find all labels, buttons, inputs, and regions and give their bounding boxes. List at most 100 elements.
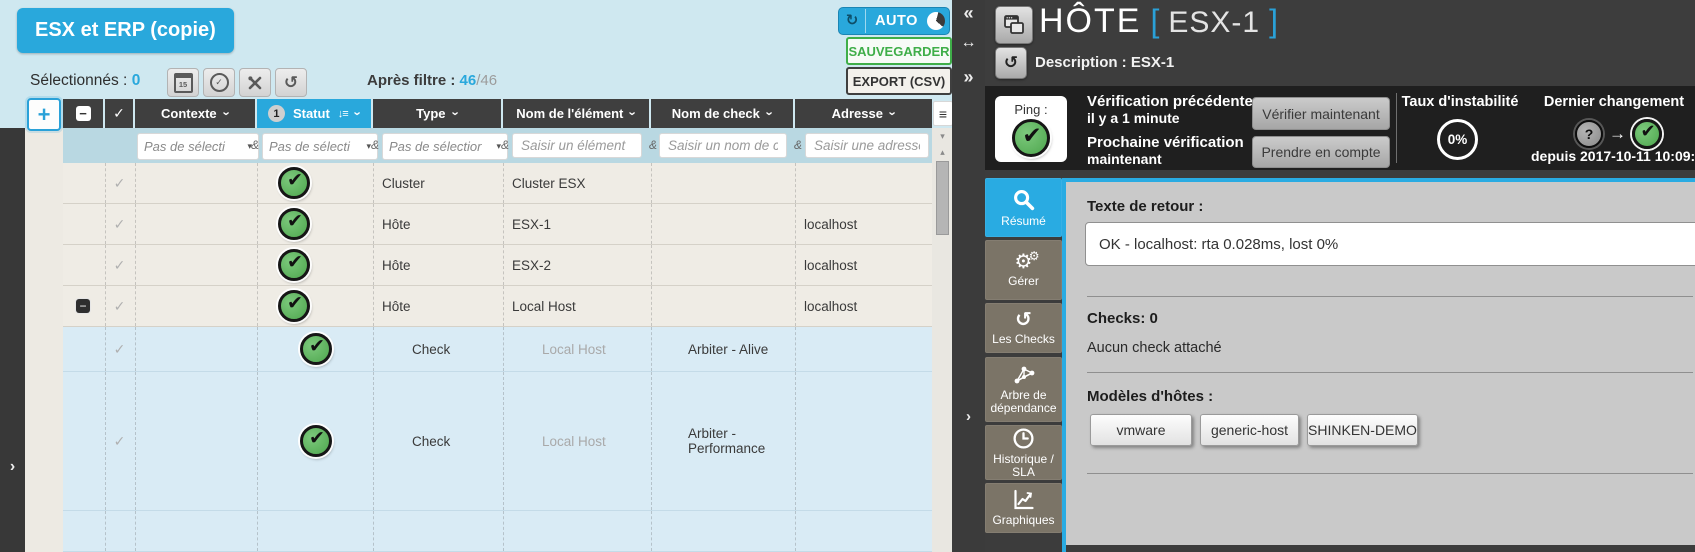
last-change-label: Dernier changement (1543, 94, 1685, 110)
expand-right-icon[interactable]: » (952, 67, 985, 88)
selected-cell[interactable]: ✓ (105, 286, 133, 326)
element-cell: Local Host (503, 372, 649, 510)
table-row[interactable] (63, 511, 932, 552)
resize-panels-icon[interactable]: ↔ (952, 34, 985, 52)
panel-divider[interactable]: « ↔ » › (952, 0, 985, 552)
acknowledge-button[interactable]: Prendre en compte (1252, 136, 1390, 168)
table-row[interactable]: ✓ ✔ Hôte ESX-1 localhost (63, 204, 932, 245)
filter-type-select[interactable]: Pas de sélectior ▾ (382, 133, 508, 160)
auto-refresh-button[interactable]: ↻ AUTO (838, 7, 950, 35)
header-element[interactable]: Nom de l'élément › (503, 99, 649, 128)
status-ok-icon: ✔ (278, 208, 310, 240)
tab-arbre-dependance[interactable]: Arbre de dépendance (985, 357, 1062, 422)
selected-cell[interactable]: ✓ (105, 245, 133, 285)
check-name-cell (651, 511, 793, 551)
table-row[interactable]: ✓ ✔ Cluster Cluster ESX (63, 163, 932, 204)
check-glyph: ✔ (287, 292, 303, 315)
application: ESX et ERP (copie) Sélectionnés : 0 15 ✓… (0, 0, 1695, 552)
refresh-icon: ↺ (1004, 53, 1018, 73)
undo-button[interactable]: ↺ (275, 68, 307, 97)
contexte-cell (135, 204, 255, 244)
dependency-tree-icon (1012, 364, 1036, 386)
header-label: Nom de l'élément (516, 106, 623, 121)
acknowledge-button[interactable]: ✓ (203, 68, 235, 97)
header-type[interactable]: Type › (373, 99, 501, 128)
element-cell: Local Host (503, 327, 649, 371)
check-glyph: ✔ (309, 427, 325, 450)
contexte-cell (135, 511, 255, 551)
last-change-transition: ? → ✔ (1575, 119, 1662, 149)
left-collapse-strip[interactable]: › (0, 128, 25, 552)
scroll-down-icon[interactable]: ▾ (936, 131, 949, 142)
header-check[interactable]: Nom de check › (651, 99, 793, 128)
sort-icon: ↓≡ (338, 108, 348, 120)
chevron-right-icon[interactable]: › (952, 408, 985, 425)
header-select-all[interactable]: ✓ (105, 99, 133, 128)
filter-contexte-select[interactable]: Pas de sélecti ▾ (137, 133, 259, 160)
after-filter-current: 46 (460, 72, 477, 89)
table-panel: ESX et ERP (copie) Sélectionnés : 0 15 ✓… (0, 0, 952, 552)
element-cell: ESX-2 (503, 245, 649, 285)
chevron-down-icon: › (350, 111, 365, 115)
tab-les-checks[interactable]: ↺ Les Checks (985, 303, 1062, 353)
selected-cell[interactable]: ✓ (105, 327, 133, 371)
tab-resume[interactable]: Résumé (985, 178, 1062, 237)
header-contexte[interactable]: Contexte › (135, 99, 255, 128)
table-row[interactable]: ✓ ✔ Hôte ESX-2 localhost (63, 245, 932, 286)
selected-cell[interactable]: ✓ (105, 372, 133, 510)
template-button-vmware[interactable]: vmware (1090, 414, 1192, 446)
host-window-button[interactable] (995, 6, 1033, 44)
gears-icon: ⚙⚙ (1015, 252, 1033, 272)
header-adresse[interactable]: Adresse › (795, 99, 932, 128)
expander-cell (63, 245, 103, 285)
tools-button[interactable] (239, 68, 271, 97)
table-row[interactable]: − ✓ ✔ Hôte Local Host localhost (63, 286, 932, 327)
column-menu-button[interactable]: ≡ (933, 101, 952, 126)
table-row[interactable]: ✓ ✔ Check Local Host Arbiter - Alive (63, 327, 932, 372)
collapse-all-icon: − (76, 106, 91, 121)
filter-element-input[interactable] (512, 133, 642, 158)
check-name-cell (651, 286, 793, 326)
type-cell: Cluster (373, 163, 501, 203)
check-glyph: ✔ (309, 335, 325, 358)
header-statut[interactable]: 1 Statut ↓≡ › (257, 99, 371, 128)
template-button-shinken-demo[interactable]: SHINKEN-DEMO (1307, 414, 1418, 446)
selected-cell[interactable]: ✓ (105, 204, 133, 244)
and-operator: & (371, 138, 379, 152)
filter-statut-select[interactable]: Pas de sélecti ▾ (262, 133, 378, 160)
view-title-button[interactable]: ESX et ERP (copie) (17, 8, 234, 53)
divider (1087, 473, 1693, 474)
header-collapse-all[interactable]: − (63, 99, 103, 128)
left-gutter (25, 128, 63, 552)
check-glyph: ✔ (287, 210, 303, 233)
template-button-generic-host[interactable]: generic-host (1200, 414, 1299, 446)
tab-label: Résumé (999, 215, 1048, 228)
check-icon: ✓ (114, 433, 126, 450)
entity-type-label: HÔTE (1039, 2, 1141, 41)
timer-pie-icon (927, 12, 945, 30)
export-csv-button[interactable]: EXPORT (CSV) (846, 67, 952, 95)
schedule-button[interactable]: 15 (167, 68, 199, 97)
flapping-label: Taux d'instabilité (1401, 94, 1519, 110)
table-row[interactable]: ✓ ✔ Check Local Host Arbiter - Performan… (63, 372, 932, 511)
tab-label: Historique / SLA (985, 453, 1062, 479)
and-operator: & (649, 138, 657, 152)
statut-cell (257, 511, 371, 551)
check-now-button[interactable]: Vérifier maintenant (1252, 97, 1390, 130)
collapse-left-icon[interactable]: « (952, 3, 985, 24)
filter-check-input[interactable] (659, 133, 787, 158)
reload-entity-button[interactable]: ↺ (995, 47, 1027, 79)
scroll-up-icon[interactable]: ▴ (936, 147, 949, 158)
tab-historique-sla[interactable]: Historique / SLA (985, 425, 1062, 480)
filter-adresse-input[interactable] (805, 133, 929, 158)
tab-gerer[interactable]: ⚙⚙ Gérer (985, 240, 1062, 300)
statut-cell: ✔ (257, 245, 371, 285)
tools-icon (247, 75, 263, 91)
selected-cell[interactable]: ✓ (105, 163, 133, 203)
tab-graphiques[interactable]: Graphiques (985, 483, 1062, 533)
expander-cell[interactable]: − (63, 286, 103, 326)
save-button[interactable]: SAUVEGARDER (846, 37, 952, 65)
auto-label: AUTO (866, 13, 927, 29)
vertical-scrollbar[interactable] (936, 161, 949, 235)
add-row-button[interactable]: + (27, 98, 61, 131)
